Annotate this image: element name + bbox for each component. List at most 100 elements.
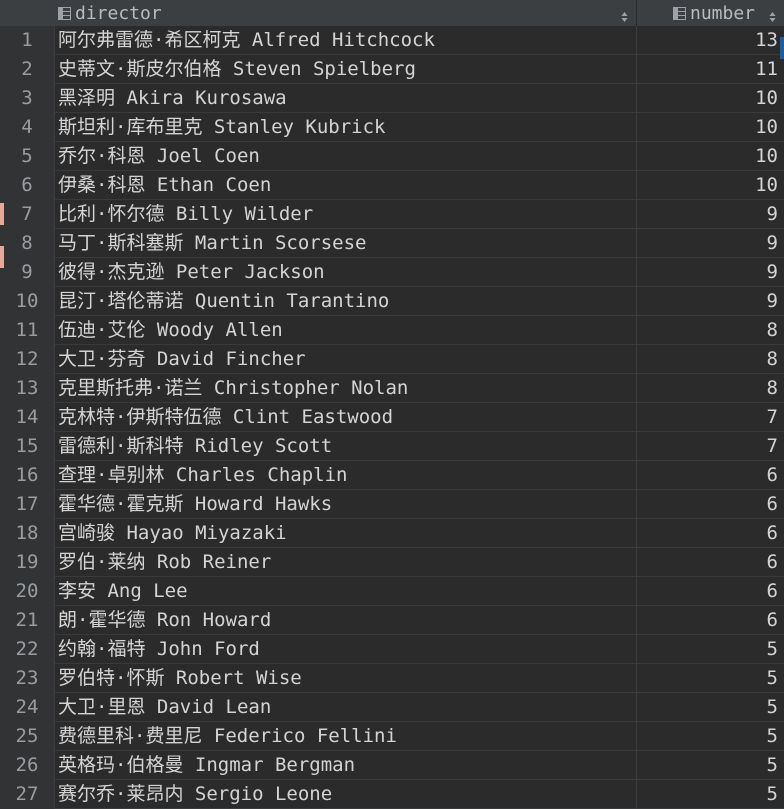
- cell-director[interactable]: 雷德利·斯科特 Ridley Scott: [54, 432, 637, 461]
- table-row[interactable]: 13 克里斯托弗·诺兰 Christopher Nolan 8: [0, 374, 784, 403]
- row-number[interactable]: 21: [0, 606, 54, 635]
- cell-number[interactable]: 6: [637, 519, 784, 548]
- cell-director[interactable]: 大卫·里恩 David Lean: [54, 693, 637, 722]
- row-number[interactable]: 5: [0, 142, 54, 171]
- row-number[interactable]: 1: [0, 26, 54, 55]
- cell-number[interactable]: 10: [637, 142, 784, 171]
- column-header-director[interactable]: director: [54, 0, 637, 26]
- cell-director[interactable]: 昆汀·塔伦蒂诺 Quentin Tarantino: [54, 287, 637, 316]
- cell-number[interactable]: 8: [637, 374, 784, 403]
- table-row[interactable]: 4 斯坦利·库布里克 Stanley Kubrick 10: [0, 113, 784, 142]
- cell-director[interactable]: 约翰·福特 John Ford: [54, 635, 637, 664]
- cell-director[interactable]: 史蒂文·斯皮尔伯格 Steven Spielberg: [54, 55, 637, 84]
- cell-number[interactable]: 5: [637, 635, 784, 664]
- row-number[interactable]: 27: [0, 780, 54, 809]
- table-row[interactable]: 8 马丁·斯科塞斯 Martin Scorsese 9: [0, 229, 784, 258]
- cell-number[interactable]: 7: [637, 403, 784, 432]
- cell-number[interactable]: 6: [637, 606, 784, 635]
- cell-director[interactable]: 伍迪·艾伦 Woody Allen: [54, 316, 637, 345]
- cell-number[interactable]: 7: [637, 432, 784, 461]
- cell-director[interactable]: 宫崎骏 Hayao Miyazaki: [54, 519, 637, 548]
- row-number[interactable]: 10: [0, 287, 54, 316]
- row-number[interactable]: 17: [0, 490, 54, 519]
- row-number[interactable]: 15: [0, 432, 54, 461]
- cell-director[interactable]: 彼得·杰克逊 Peter Jackson: [54, 258, 637, 287]
- cell-director[interactable]: 费德里科·费里尼 Federico Fellini: [54, 722, 637, 751]
- cell-director[interactable]: 罗伯·莱纳 Rob Reiner: [54, 548, 637, 577]
- table-row[interactable]: 26 英格玛·伯格曼 Ingmar Bergman 5: [0, 751, 784, 780]
- table-row[interactable]: 17 霍华德·霍克斯 Howard Hawks 6: [0, 490, 784, 519]
- cell-director[interactable]: 朗·霍华德 Ron Howard: [54, 606, 637, 635]
- cell-director[interactable]: 罗伯特·怀斯 Robert Wise: [54, 664, 637, 693]
- cell-number[interactable]: 10: [637, 171, 784, 200]
- cell-number[interactable]: 8: [637, 316, 784, 345]
- cell-director[interactable]: 克里斯托弗·诺兰 Christopher Nolan: [54, 374, 637, 403]
- table-row[interactable]: 20 李安 Ang Lee 6: [0, 577, 784, 606]
- cell-director[interactable]: 查理·卓别林 Charles Chaplin: [54, 461, 637, 490]
- cell-number[interactable]: 5: [637, 693, 784, 722]
- row-number[interactable]: 22: [0, 635, 54, 664]
- sort-arrows-icon[interactable]: [621, 7, 628, 22]
- cell-director[interactable]: 李安 Ang Lee: [54, 577, 637, 606]
- row-number[interactable]: 23: [0, 664, 54, 693]
- column-header-number[interactable]: number: [637, 0, 784, 26]
- table-row[interactable]: 11 伍迪·艾伦 Woody Allen 8: [0, 316, 784, 345]
- cell-number[interactable]: 5: [637, 664, 784, 693]
- cell-number[interactable]: 9: [637, 258, 784, 287]
- cell-number[interactable]: 11: [637, 55, 784, 84]
- cell-number[interactable]: 6: [637, 490, 784, 519]
- row-number[interactable]: 4: [0, 113, 54, 142]
- table-row[interactable]: 21 朗·霍华德 Ron Howard 6: [0, 606, 784, 635]
- row-number[interactable]: 8: [0, 229, 54, 258]
- cell-number[interactable]: 9: [637, 287, 784, 316]
- row-number[interactable]: 12: [0, 345, 54, 374]
- cell-director[interactable]: 斯坦利·库布里克 Stanley Kubrick: [54, 113, 637, 142]
- cell-number[interactable]: 6: [637, 548, 784, 577]
- sort-arrows-icon[interactable]: [769, 7, 776, 22]
- cell-number[interactable]: 10: [637, 84, 784, 113]
- row-number[interactable]: 7: [0, 200, 54, 229]
- row-number[interactable]: 25: [0, 722, 54, 751]
- cell-director[interactable]: 大卫·芬奇 David Fincher: [54, 345, 637, 374]
- table-row[interactable]: 19 罗伯·莱纳 Rob Reiner 6: [0, 548, 784, 577]
- table-row[interactable]: 6 伊桑·科恩 Ethan Coen 10: [0, 171, 784, 200]
- cell-director[interactable]: 黑泽明 Akira Kurosawa: [54, 84, 637, 113]
- table-row[interactable]: 12 大卫·芬奇 David Fincher 8: [0, 345, 784, 374]
- cell-director[interactable]: 阿尔弗雷德·希区柯克 Alfred Hitchcock: [54, 26, 637, 55]
- cell-number[interactable]: 9: [637, 200, 784, 229]
- row-number[interactable]: 9: [0, 258, 54, 287]
- cell-number[interactable]: 13: [637, 26, 784, 55]
- table-row[interactable]: 9 彼得·杰克逊 Peter Jackson 9: [0, 258, 784, 287]
- row-number[interactable]: 24: [0, 693, 54, 722]
- cell-number[interactable]: 9: [637, 229, 784, 258]
- table-row[interactable]: 18 宫崎骏 Hayao Miyazaki 6: [0, 519, 784, 548]
- table-row[interactable]: 10 昆汀·塔伦蒂诺 Quentin Tarantino 9: [0, 287, 784, 316]
- table-row[interactable]: 2 史蒂文·斯皮尔伯格 Steven Spielberg 11: [0, 55, 784, 84]
- table-row[interactable]: 23 罗伯特·怀斯 Robert Wise 5: [0, 664, 784, 693]
- row-number[interactable]: 14: [0, 403, 54, 432]
- table-row[interactable]: 7 比利·怀尔德 Billy Wilder 9: [0, 200, 784, 229]
- cell-director[interactable]: 英格玛·伯格曼 Ingmar Bergman: [54, 751, 637, 780]
- table-row[interactable]: 22 约翰·福特 John Ford 5: [0, 635, 784, 664]
- cell-director[interactable]: 克林特·伊斯特伍德 Clint Eastwood: [54, 403, 637, 432]
- row-number[interactable]: 6: [0, 171, 54, 200]
- cell-number[interactable]: 6: [637, 461, 784, 490]
- cell-director[interactable]: 比利·怀尔德 Billy Wilder: [54, 200, 637, 229]
- cell-number[interactable]: 10: [637, 113, 784, 142]
- cell-number[interactable]: 6: [637, 577, 784, 606]
- cell-number[interactable]: 5: [637, 780, 784, 809]
- cell-number[interactable]: 8: [637, 345, 784, 374]
- row-number[interactable]: 2: [0, 55, 54, 84]
- cell-director[interactable]: 赛尔乔·莱昂内 Sergio Leone: [54, 780, 637, 809]
- table-row[interactable]: 14 克林特·伊斯特伍德 Clint Eastwood 7: [0, 403, 784, 432]
- cell-number[interactable]: 5: [637, 751, 784, 780]
- row-number[interactable]: 20: [0, 577, 54, 606]
- cell-director[interactable]: 霍华德·霍克斯 Howard Hawks: [54, 490, 637, 519]
- table-row[interactable]: 24 大卫·里恩 David Lean 5: [0, 693, 784, 722]
- table-row[interactable]: 15 雷德利·斯科特 Ridley Scott 7: [0, 432, 784, 461]
- row-number[interactable]: 16: [0, 461, 54, 490]
- table-row[interactable]: 16 查理·卓别林 Charles Chaplin 6: [0, 461, 784, 490]
- table-row[interactable]: 3 黑泽明 Akira Kurosawa 10: [0, 84, 784, 113]
- table-row[interactable]: 27 赛尔乔·莱昂内 Sergio Leone 5: [0, 780, 784, 809]
- row-number[interactable]: 19: [0, 548, 54, 577]
